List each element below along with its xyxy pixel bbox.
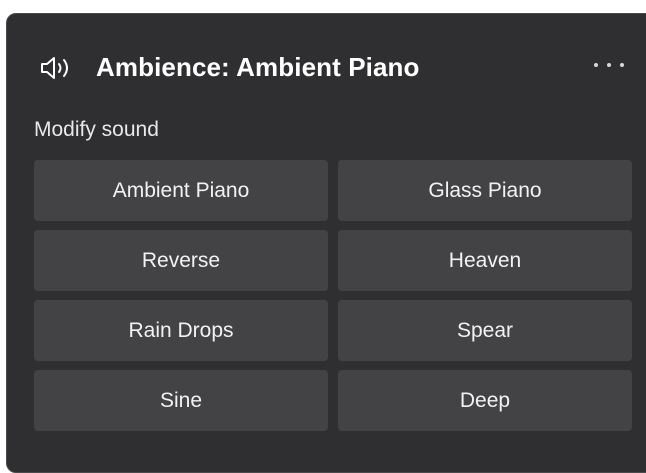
ambience-panel: Ambience: Ambient Piano Modify sound Amb… — [6, 13, 646, 473]
more-horizontal-icon — [594, 63, 624, 67]
sound-button-rain-drops[interactable]: Rain Drops — [34, 300, 328, 361]
sound-button-glass-piano[interactable]: Glass Piano — [338, 160, 632, 221]
sound-button-deep[interactable]: Deep — [338, 370, 632, 431]
more-options-button[interactable] — [587, 50, 631, 80]
sound-button-reverse[interactable]: Reverse — [34, 230, 328, 291]
sound-button-ambient-piano[interactable]: Ambient Piano — [34, 160, 328, 221]
panel-title: Ambience: Ambient Piano — [96, 52, 420, 82]
modify-sound-label: Modify sound — [34, 118, 159, 141]
speaker-icon — [39, 54, 75, 82]
sound-button-sine[interactable]: Sine — [34, 370, 328, 431]
sound-options-grid: Ambient Piano Glass Piano Reverse Heaven… — [34, 160, 634, 431]
panel-header: Ambience: Ambient Piano — [7, 14, 646, 114]
sound-button-heaven[interactable]: Heaven — [338, 230, 632, 291]
sound-button-spear[interactable]: Spear — [338, 300, 632, 361]
